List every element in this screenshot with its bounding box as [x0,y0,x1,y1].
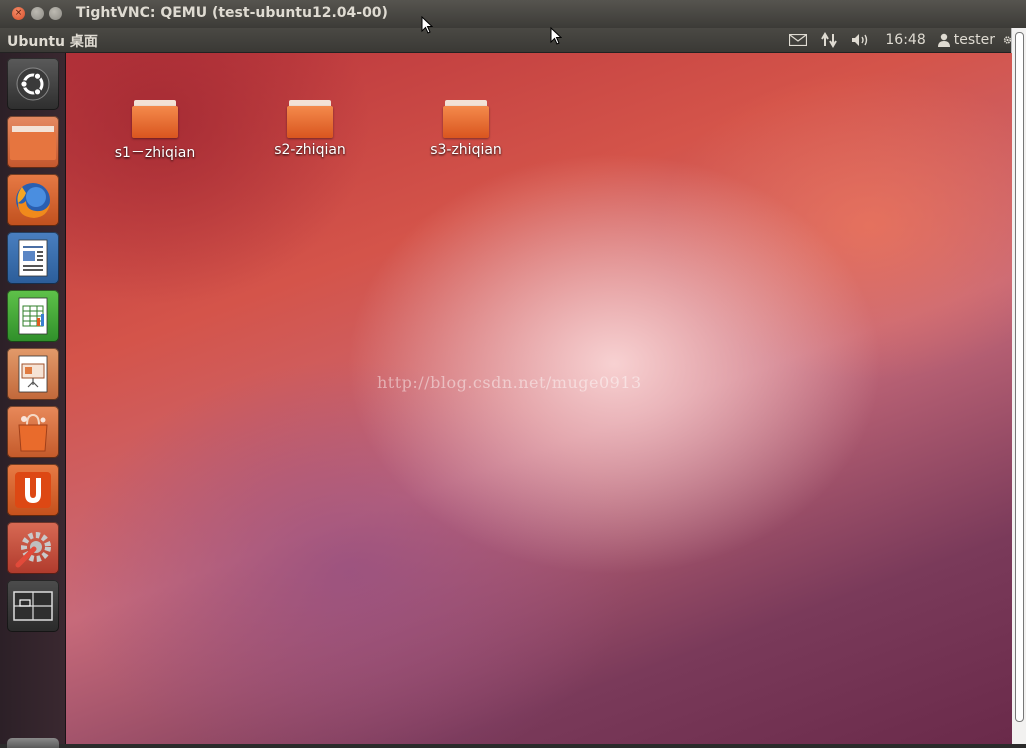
impress-icon [18,355,48,393]
folder-icon [443,100,489,138]
desktop[interactable]: http://blog.csdn.net/muge0913 s1－zhiqian… [65,53,1012,744]
launcher-libreoffice-calc[interactable] [7,290,59,342]
desktop-icon-label: s2-zhiqian [274,142,346,158]
desktop-icon-label: s1－zhiqian [114,145,196,161]
mouse-cursor-icon [421,16,433,34]
folder-icon [287,100,333,138]
desktop-icon-label: s3-zhiqian [430,142,502,158]
launcher-libreoffice-impress[interactable] [7,348,59,400]
mouse-cursor-icon [550,27,562,45]
panel-title: Ubuntu 桌面 [7,34,98,50]
desktop-folder-s2[interactable]: s2-zhiqian [260,100,360,158]
maximize-button[interactable] [49,7,62,20]
launcher-firefox[interactable] [7,174,59,226]
folder-icon [132,100,178,138]
workspace-icon [13,591,53,621]
desktop-folder-s3[interactable]: s3-zhiqian [416,100,516,158]
launcher-trash-partial[interactable] [7,738,59,748]
launcher-dash-home[interactable] [7,58,59,110]
writer-icon [18,239,48,277]
clock[interactable]: 16:48 [885,32,925,48]
launcher-home-folder[interactable] [7,116,59,168]
volume-icon[interactable] [851,32,871,48]
window-title: TightVNC: QEMU (test-ubuntu12.04-00) [76,5,388,21]
folder-icon [10,126,56,160]
top-panel: Ubuntu 桌面 16:48 tester [0,28,1012,53]
mail-icon[interactable] [789,34,808,46]
ubuntu-logo-icon [16,67,50,101]
window-titlebar[interactable]: × TightVNC: QEMU (test-ubuntu12.04-00) [0,0,1026,29]
watermark: http://blog.csdn.net/muge0913 [377,373,642,392]
ubuntu-one-icon [15,472,51,508]
scrollbar-thumb[interactable] [1015,32,1024,722]
close-button[interactable]: × [12,7,25,20]
user-icon [937,33,950,47]
indicator-area: 16:48 tester [789,28,1012,52]
launcher-ubuntu-one[interactable] [7,464,59,516]
calc-icon [18,297,48,335]
user-name: tester [953,32,995,48]
network-icon[interactable] [821,32,838,48]
settings-wrench-icon [15,532,51,568]
close-icon: × [14,8,23,18]
user-menu[interactable]: tester [937,32,995,48]
vertical-scrollbar[interactable] [1011,28,1026,744]
firefox-icon [16,183,50,218]
launcher-workspace-switcher[interactable] [7,580,59,632]
minimize-button[interactable] [31,7,44,20]
launcher-system-settings[interactable] [7,522,59,574]
launcher-libreoffice-writer[interactable] [7,232,59,284]
launcher [0,53,66,748]
desktop-folder-s1[interactable]: s1－zhiqian [105,100,205,162]
launcher-software-center[interactable] [7,406,59,458]
shopping-bag-icon [18,413,48,452]
